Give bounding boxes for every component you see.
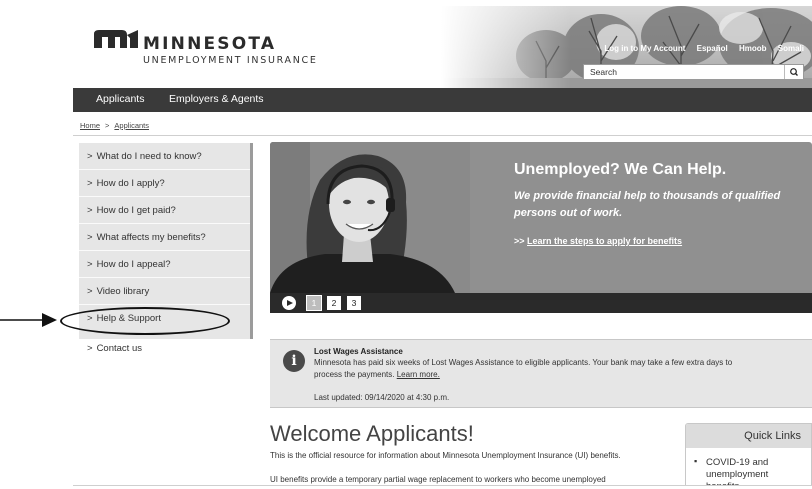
web-page: MINNESOTA UNEMPLOYMENT INSURANCE Log in …	[73, 6, 812, 486]
espanol-link[interactable]: Español	[697, 44, 728, 53]
hero-link-prefix: >>	[514, 236, 525, 246]
hero-title: Unemployed? We Can Help.	[514, 161, 727, 178]
hero-link-text: Learn the steps to apply for benefits	[527, 236, 683, 246]
chevron-right-icon: >	[87, 259, 93, 270]
breadcrumb-separator: >	[105, 121, 110, 130]
hmoob-link[interactable]: Hmoob	[739, 44, 767, 53]
screenshot-frame-bottom	[73, 485, 812, 486]
minnesota-logo-icon[interactable]	[94, 30, 138, 48]
breadcrumb: Home > Applicants	[80, 121, 149, 130]
sidebar-item-contact-us[interactable]: > Contact us	[87, 343, 142, 354]
slide-button-3[interactable]: 3	[347, 296, 361, 310]
sidebar-item-label: How do I appeal?	[96, 259, 171, 270]
sidebar-item-what-to-know[interactable]: > What do I need to know?	[79, 143, 250, 170]
quick-links-title: Quick Links	[686, 424, 811, 448]
alert-body: Minnesota has paid six weeks of Lost Wag…	[314, 357, 754, 381]
sidebar-item-label: Contact us	[96, 343, 142, 354]
sidebar-item-label: How do I get paid?	[96, 205, 176, 216]
chevron-right-icon: >	[87, 286, 93, 297]
sidebar-item-video-library[interactable]: > Video library	[79, 278, 250, 305]
logo-subtitle: UNEMPLOYMENT INSURANCE	[143, 55, 318, 66]
info-icon: i	[283, 350, 305, 372]
bullet-icon: ▪	[694, 456, 698, 466]
chevron-right-icon: >	[87, 205, 93, 216]
sidebar-item-label: How do I apply?	[96, 178, 165, 189]
sidebar-item-affects-benefits[interactable]: > What affects my benefits?	[79, 224, 250, 251]
breadcrumb-divider	[73, 135, 812, 136]
chevron-right-icon: >	[87, 232, 93, 243]
play-icon[interactable]	[282, 296, 296, 310]
chevron-right-icon: >	[87, 343, 93, 354]
page-title: Welcome Applicants!	[270, 421, 474, 446]
breadcrumb-applicants[interactable]: Applicants	[114, 121, 149, 130]
search-input[interactable]	[584, 65, 780, 79]
search-box	[583, 64, 804, 80]
breadcrumb-home[interactable]: Home	[80, 121, 100, 130]
alert-updated-time: Last updated: 09/14/2020 at 4:30 p.m.	[314, 393, 450, 402]
slideshow-controls: 1 2 3	[270, 293, 812, 313]
nav-applicants[interactable]: Applicants	[96, 93, 144, 105]
alert-body-text: Minnesota has paid six weeks of Lost Wag…	[314, 358, 733, 379]
annotation-highlight-oval	[60, 307, 230, 335]
slide-button-2[interactable]: 2	[327, 296, 341, 310]
logo-name[interactable]: MINNESOTA	[143, 34, 276, 54]
quick-link-covid[interactable]: COVID-19 and unemployment benefits	[706, 457, 796, 486]
sidebar-item-get-paid[interactable]: > How do I get paid?	[79, 197, 250, 224]
lost-wages-alert: i Lost Wages Assistance Minnesota has pa…	[270, 339, 812, 408]
sidebar-item-label: What affects my benefits?	[96, 232, 206, 243]
search-icon	[790, 68, 798, 76]
nav-employers-agents[interactable]: Employers & Agents	[169, 93, 264, 105]
sidebar-item-appeal[interactable]: > How do I appeal?	[79, 251, 250, 278]
sidebar-item-label: What do I need to know?	[96, 151, 202, 162]
quick-links-box: Quick Links ▪ COVID-19 and unemployment …	[685, 423, 812, 486]
alert-learn-more-link[interactable]: Learn more.	[397, 370, 440, 379]
alert-title: Lost Wages Assistance	[314, 347, 403, 356]
hero-banner: Unemployed? We Can Help. We provide fina…	[270, 142, 812, 293]
chevron-right-icon: >	[87, 151, 93, 162]
utility-links: Log in to My Account Español Hmoob Somal…	[595, 44, 804, 53]
site-header: MINNESOTA UNEMPLOYMENT INSURANCE Log in …	[73, 6, 812, 88]
welcome-paragraph-1: This is the official resource for inform…	[270, 451, 621, 460]
somali-link[interactable]: Somali	[778, 44, 804, 53]
welcome-paragraph-2: UI benefits provide a temporary partial …	[270, 475, 606, 484]
hero-text: We provide financial help to thousands o…	[514, 190, 781, 219]
sidebar-item-how-apply[interactable]: > How do I apply?	[79, 170, 250, 197]
main-nav: Applicants Employers & Agents	[73, 88, 812, 112]
slide-button-1[interactable]: 1	[306, 295, 322, 311]
login-link[interactable]: Log in to My Account	[604, 44, 685, 53]
hero-agent-photo	[270, 142, 470, 293]
annotation-arrow-icon	[0, 313, 57, 327]
hero-apply-steps-link[interactable]: >> Learn the steps to apply for benefits	[514, 236, 682, 246]
chevron-right-icon: >	[87, 178, 93, 189]
sidebar-item-label: Video library	[96, 286, 150, 297]
search-button[interactable]	[784, 65, 803, 79]
